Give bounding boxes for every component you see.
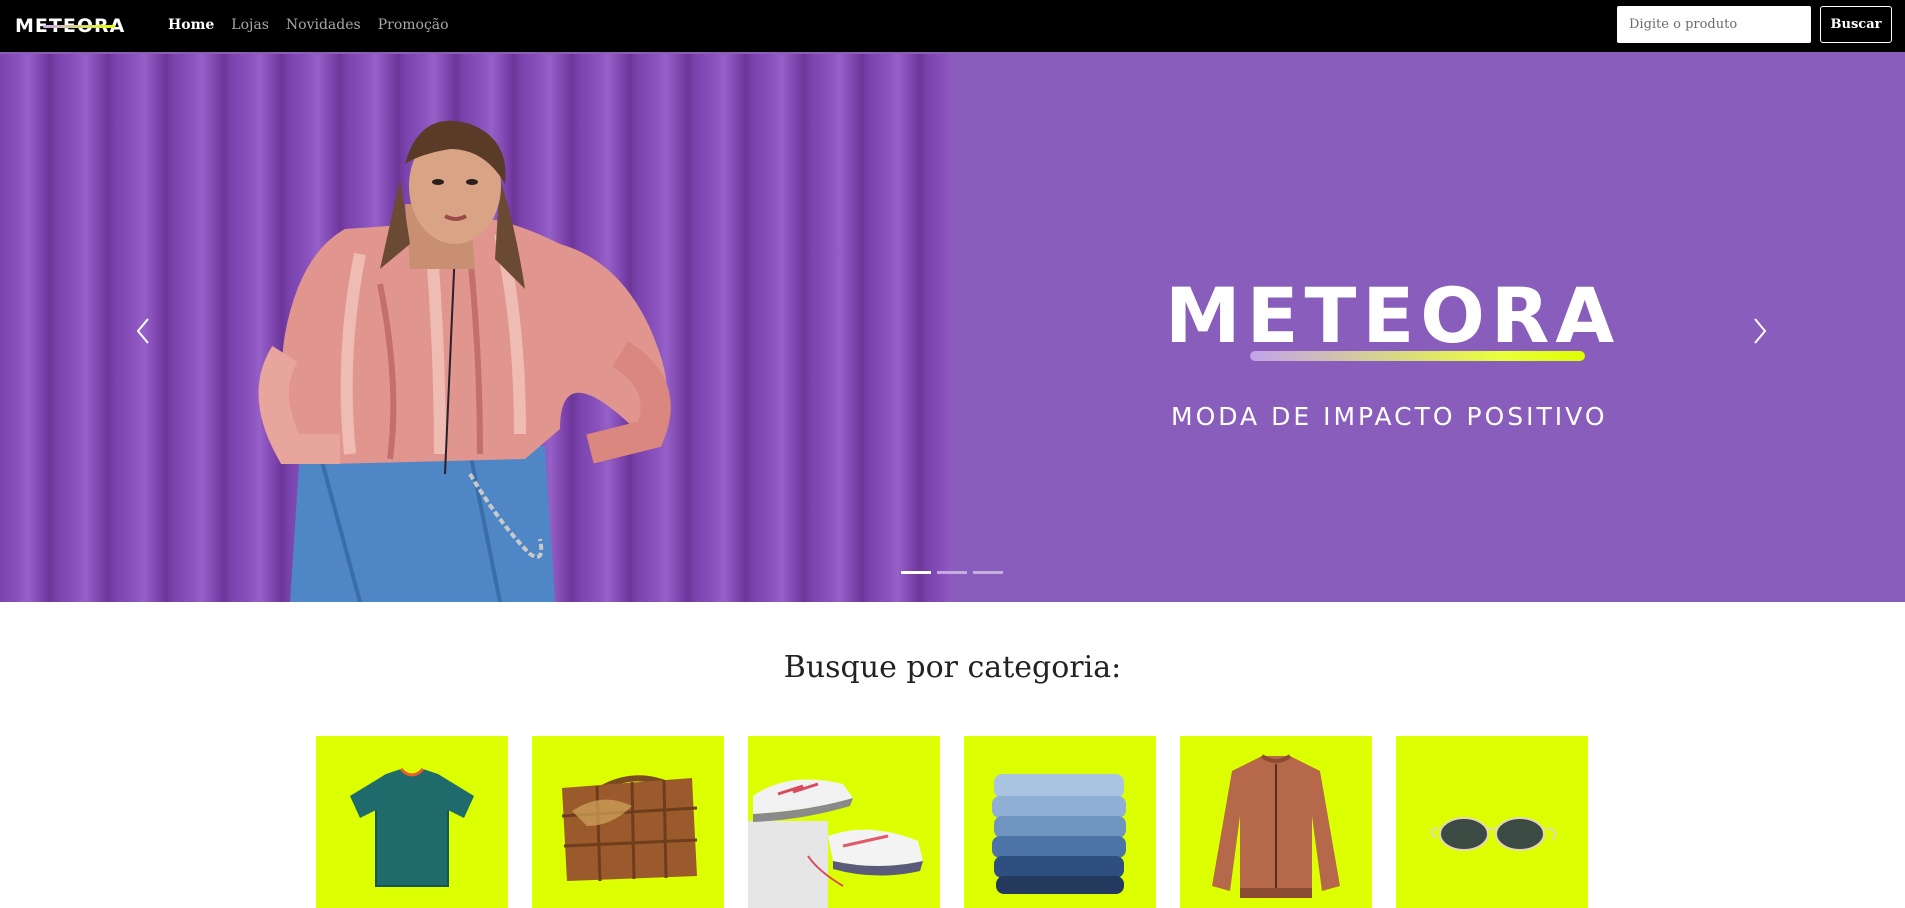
hero-logo-streak <box>1250 351 1585 361</box>
category-card-jacket[interactable] <box>1180 736 1372 908</box>
category-card-sneakers[interactable] <box>748 736 940 908</box>
carousel-prev-button[interactable] <box>128 311 158 351</box>
jacket-icon <box>1212 754 1340 898</box>
hero-tagline: MODA DE IMPACTO POSITIVO <box>1171 402 1608 431</box>
chevron-right-icon <box>1754 318 1767 344</box>
nav-link-promocao[interactable]: Promoção <box>378 16 449 34</box>
jeans-stack-icon <box>992 774 1126 894</box>
tshirt-icon <box>350 767 474 887</box>
search-input[interactable] <box>1617 6 1811 43</box>
carousel-indicator-2[interactable] <box>937 571 967 574</box>
hero-logo-text: METEORA <box>1165 271 1621 360</box>
carousel-indicator-1[interactable] <box>901 571 931 574</box>
hero-logo: METEORA <box>1165 276 1685 386</box>
sunglasses-icon <box>1430 817 1557 851</box>
category-card-jeans[interactable] <box>964 736 1156 908</box>
category-card-bag[interactable] <box>532 736 724 908</box>
nav-link-lojas[interactable]: Lojas <box>231 16 269 34</box>
sneakers-icon <box>748 779 923 908</box>
nav-link-home[interactable]: Home <box>168 16 214 34</box>
bag-icon <box>561 775 698 882</box>
category-card-sunglasses[interactable] <box>1396 736 1588 908</box>
nav-links: Home Lojas Novidades Promoção <box>168 16 449 34</box>
nav-link-novidades[interactable]: Novidades <box>286 16 361 34</box>
category-section-title: Busque por categoria: <box>783 650 1122 685</box>
category-card-tshirt[interactable] <box>316 736 508 908</box>
carousel-indicator-3[interactable] <box>973 571 1003 574</box>
chevron-left-icon <box>136 318 149 344</box>
carousel-indicators <box>901 571 1003 574</box>
brand-logo-streak <box>43 25 115 28</box>
carousel-next-button[interactable] <box>1745 311 1775 351</box>
brand-logo[interactable]: METEORA <box>15 15 141 37</box>
hero-carousel: METEORA MODA DE IMPACTO POSITIVO <box>0 54 1905 602</box>
search-button[interactable]: Buscar <box>1820 6 1892 43</box>
navbar: METEORA Home Lojas Novidades Promoção Bu… <box>0 0 1905 54</box>
